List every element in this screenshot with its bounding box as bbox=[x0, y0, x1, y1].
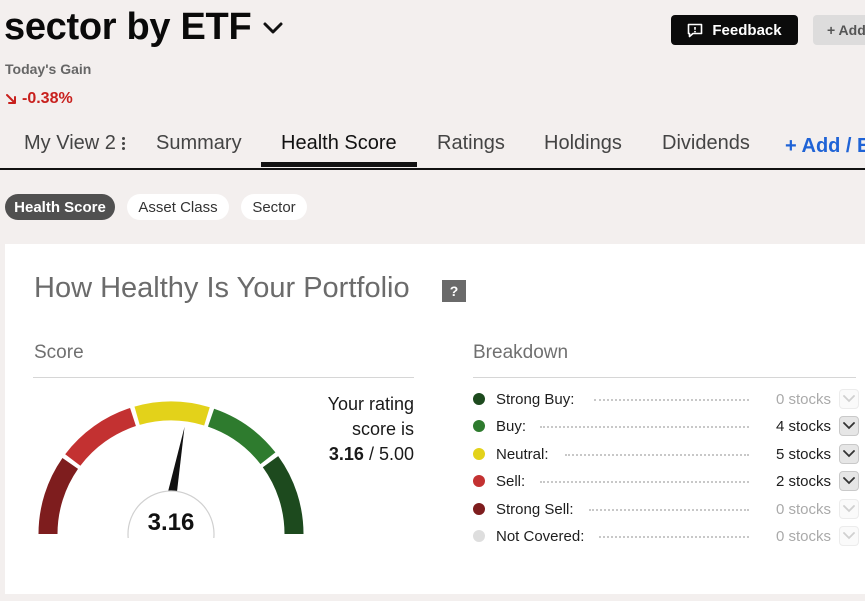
question-icon[interactable]: ? bbox=[442, 280, 466, 302]
tab-add-edit[interactable]: + Add / E bbox=[785, 121, 865, 171]
active-tab-indicator bbox=[261, 162, 417, 167]
breakdown-count: 2 stocks bbox=[775, 472, 831, 490]
score-divider bbox=[33, 377, 414, 378]
breakdown-count: 0 stocks bbox=[775, 390, 831, 408]
breakdown-count: 5 stocks bbox=[775, 445, 831, 463]
feedback-icon bbox=[688, 23, 703, 37]
gauge-segment-neutral bbox=[134, 401, 210, 426]
leader-dots bbox=[540, 426, 749, 428]
pill-sector[interactable]: Sector bbox=[241, 194, 307, 220]
gauge-segment-strong-buy bbox=[262, 456, 304, 535]
pill-asset-class[interactable]: Asset Class bbox=[127, 194, 229, 220]
breakdown-row-not-covered: Not Covered: 0 stocks bbox=[473, 525, 863, 547]
breakdown-label-text: Sell: bbox=[496, 472, 526, 490]
gauge-segment-sell bbox=[65, 407, 137, 466]
breakdown-label-text: Strong Buy: bbox=[496, 390, 575, 408]
pill-health-score[interactable]: Health Score bbox=[5, 194, 115, 220]
breakdown-count: 0 stocks bbox=[775, 527, 831, 545]
feedback-button[interactable]: Feedback bbox=[671, 15, 798, 45]
rating-max: / 5.00 bbox=[368, 444, 414, 464]
feedback-label: Feedback bbox=[712, 21, 782, 39]
arrow-down-right-icon bbox=[6, 94, 16, 104]
tab-my-view[interactable]: My View 2 bbox=[24, 118, 125, 168]
breakdown-row-sell: Sell: 2 stocks bbox=[473, 470, 863, 492]
breakdown-label: Breakdown bbox=[473, 342, 569, 363]
page-title: sector by ETF bbox=[4, 6, 252, 48]
gauge-segment-strong-sell bbox=[38, 458, 79, 535]
status-dot bbox=[473, 503, 485, 515]
add-button[interactable]: + Add bbox=[813, 15, 865, 45]
leader-dots bbox=[589, 509, 749, 511]
todays-gain-label: Today's Gain bbox=[5, 61, 92, 77]
tab-health-score[interactable]: Health Score bbox=[281, 118, 397, 168]
chevron-down-icon[interactable] bbox=[839, 389, 859, 409]
status-dot bbox=[473, 393, 485, 405]
chevron-down-icon[interactable] bbox=[839, 444, 859, 464]
status-dot bbox=[473, 448, 485, 460]
rating-summary: Your rating score is 3.16 / 5.00 bbox=[305, 392, 414, 467]
score-gauge: 3.16 bbox=[38, 401, 304, 538]
rating-line-1: Your rating bbox=[327, 394, 414, 414]
health-card: How Healthy Is Your Portfolio ? Score Br… bbox=[5, 244, 865, 594]
breakdown-label-text: Buy: bbox=[496, 417, 527, 435]
breakdown-count: 0 stocks bbox=[775, 500, 831, 518]
breakdown-row-neutral: Neutral: 5 stocks bbox=[473, 443, 863, 465]
gauge-segment-buy bbox=[207, 408, 276, 465]
breakdown-label-text: Neutral: bbox=[496, 445, 549, 463]
breakdown-label-text: Not Covered: bbox=[496, 527, 585, 545]
breakdown-label-text: Strong Sell: bbox=[496, 500, 574, 518]
status-dot bbox=[473, 420, 485, 432]
chevron-down-icon[interactable] bbox=[839, 499, 859, 519]
tab-label: My View 2 bbox=[24, 131, 116, 154]
gauge-value: 3.16 bbox=[148, 509, 195, 536]
rating-line-2: score is bbox=[351, 419, 414, 439]
gauge-needle bbox=[166, 426, 185, 501]
score-label: Score bbox=[34, 342, 84, 363]
tab-dividends[interactable]: Dividends bbox=[662, 118, 750, 168]
tab-bar: My View 2 Summary Health Score Ratings H… bbox=[0, 118, 865, 170]
rating-score: 3.16 bbox=[328, 444, 364, 464]
tab-ratings[interactable]: Ratings bbox=[437, 118, 505, 168]
breakdown-count: 4 stocks bbox=[775, 417, 831, 435]
leader-dots bbox=[594, 399, 749, 401]
chevron-down-icon[interactable] bbox=[839, 526, 859, 546]
chevron-down-icon[interactable] bbox=[261, 16, 285, 40]
status-dot bbox=[473, 475, 485, 487]
leader-dots bbox=[540, 481, 749, 483]
chevron-down-icon[interactable] bbox=[839, 471, 859, 491]
tab-summary[interactable]: Summary bbox=[156, 118, 242, 168]
todays-gain: -0.38% bbox=[5, 90, 73, 108]
card-title: How Healthy Is Your Portfolio bbox=[34, 272, 410, 304]
breakdown-row-strong-sell: Strong Sell: 0 stocks bbox=[473, 498, 863, 520]
more-options-icon[interactable] bbox=[121, 136, 125, 150]
breakdown-row-buy: Buy: 4 stocks bbox=[473, 415, 863, 437]
breakdown-divider bbox=[473, 377, 856, 378]
leader-dots bbox=[565, 454, 749, 456]
todays-gain-value: -0.38% bbox=[22, 90, 73, 107]
tab-holdings[interactable]: Holdings bbox=[544, 118, 622, 168]
leader-dots bbox=[599, 536, 749, 538]
breakdown-row-strong-buy: Strong Buy: 0 stocks bbox=[473, 388, 863, 410]
chevron-down-icon[interactable] bbox=[839, 416, 859, 436]
title-row: sector by ETF bbox=[4, 6, 285, 49]
status-dot bbox=[473, 530, 485, 542]
